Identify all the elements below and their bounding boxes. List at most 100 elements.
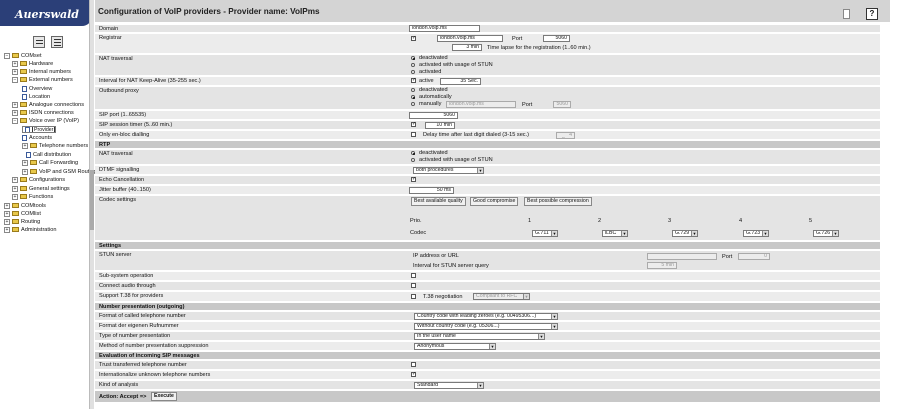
codec-select-4[interactable]: G.723 ▼ xyxy=(743,230,769,237)
tree-item-analogue-connections[interactable]: + Analogue connections xyxy=(12,101,84,109)
t38-checkbox[interactable] xyxy=(411,294,416,299)
row-sip-port: SIP port (1..65535) 5060 xyxy=(95,111,880,120)
scrollbar-thumb[interactable] xyxy=(90,170,94,230)
tree-item-external-numbers[interactable]: − External numbers xyxy=(12,76,73,84)
internationalize-checkbox[interactable]: ✓ xyxy=(411,372,416,377)
outbound-radio-deactivated[interactable] xyxy=(411,88,415,92)
good-compromise-button[interactable]: Good compromise xyxy=(470,197,519,206)
tree-item-location[interactable]: Location xyxy=(22,93,50,101)
nat-radio-stun[interactable] xyxy=(411,63,415,67)
tree-item-voice-over-ip-voip[interactable]: − Voice over IP (VoIP) xyxy=(12,117,79,125)
echo-checkbox[interactable]: ✓ xyxy=(411,177,416,182)
expand-icon[interactable]: + xyxy=(4,202,10,209)
expand-icon[interactable]: + xyxy=(12,109,18,116)
row-connect-audio: Connect audio through xyxy=(95,282,880,291)
expand-icon[interactable]: + xyxy=(22,159,28,166)
tree-item-comtools[interactable]: + COMtools xyxy=(4,202,46,210)
toolbar-grid-icon[interactable] xyxy=(33,36,45,48)
t38-select-value: Compliant to RFC xyxy=(476,293,518,299)
chevron-down-icon: ▼ xyxy=(832,231,838,236)
execute-button[interactable]: Execute xyxy=(151,392,177,401)
expand-icon[interactable]: + xyxy=(12,60,18,67)
toolbar-list-icon[interactable] xyxy=(51,36,63,48)
enbloc-checkbox[interactable] xyxy=(411,132,416,137)
outbound-port-input[interactable]: 5060 xyxy=(553,101,571,108)
row-suppression: Method of number presentation suppressio… xyxy=(95,342,880,351)
best-compression-button[interactable]: Best possible compression xyxy=(524,197,592,206)
sip-port-input[interactable]: 5060 xyxy=(409,112,458,119)
help-icon[interactable]: ? xyxy=(866,8,878,20)
expand-icon[interactable]: + xyxy=(22,142,28,149)
codec-select-1[interactable]: G.711 ▼ xyxy=(532,230,558,237)
tree-item-call-forwarding[interactable]: + Call Forwarding xyxy=(22,159,78,167)
dtmf-select[interactable]: both procedures ▼ xyxy=(413,167,484,174)
outbound-radio-manually[interactable] xyxy=(411,102,415,106)
expand-icon[interactable]: − xyxy=(4,52,10,59)
called-format-select[interactable]: Country code with leading zeroes (e.g. 0… xyxy=(414,313,558,320)
tree-item-isdn-connections[interactable]: + ISDN connections xyxy=(12,109,74,117)
expand-icon[interactable]: + xyxy=(12,193,18,200)
tree-item-routing[interactable]: + Routing xyxy=(4,218,40,226)
suppression-select[interactable]: Anonymous ▼ xyxy=(414,343,496,350)
tree-item-provider[interactable]: Provider xyxy=(22,126,57,133)
own-format-select[interactable]: Without country code (e.g. 05306...) ▼ xyxy=(414,323,558,330)
tree-item-comlist[interactable]: + COMlist xyxy=(4,210,41,218)
tree-item-comset[interactable]: − COMset xyxy=(4,52,42,60)
registrar-host-input[interactable]: london.voip.ms xyxy=(437,35,503,42)
rtp-nat-radio-deactivated[interactable] xyxy=(411,151,415,155)
tree-item-internal-numbers[interactable]: + Internal numbers xyxy=(12,68,71,76)
kind-analysis-select[interactable]: Standard ▼ xyxy=(414,382,484,389)
tree-item-configurations[interactable]: + Configurations xyxy=(12,176,65,184)
expand-icon[interactable]: + xyxy=(12,68,18,75)
expand-icon[interactable]: + xyxy=(22,168,28,175)
session-timer-checkbox[interactable]: ✓ xyxy=(411,122,416,127)
expand-icon[interactable]: + xyxy=(4,218,10,225)
expand-icon[interactable]: + xyxy=(12,176,18,183)
domain-input[interactable]: london.voip.ms xyxy=(409,25,480,32)
stun-interval-input[interactable]: 5 min xyxy=(647,262,677,269)
expand-icon[interactable]: + xyxy=(12,101,18,108)
stun-addr-input[interactable] xyxy=(647,253,717,260)
tree-item-hardware[interactable]: + Hardware xyxy=(12,60,53,68)
nat-radio-activated[interactable] xyxy=(411,70,415,74)
jitter-input[interactable]: 50 ms xyxy=(409,187,454,194)
expand-icon[interactable]: + xyxy=(12,185,18,192)
tree-item-voip-and-gsm-routing[interactable]: + VoIP and GSM Routing xyxy=(22,168,97,176)
tree-item-overview[interactable]: Overview xyxy=(22,85,52,93)
tree-item-accounts[interactable]: Accounts xyxy=(22,134,52,142)
registrar-time-input[interactable]: 3 min xyxy=(452,44,482,51)
trust-checkbox[interactable] xyxy=(411,362,416,367)
nat-radio-deactivated[interactable] xyxy=(411,56,415,60)
tree-scrollbar[interactable] xyxy=(89,0,94,409)
outbound-host-input[interactable]: london.voip.ms xyxy=(446,101,516,108)
print-icon[interactable] xyxy=(843,9,850,19)
codec-select-3[interactable]: G.729 ▼ xyxy=(672,230,698,237)
stun-port-input[interactable]: 0 xyxy=(738,253,770,260)
rtp-nat-radio-stun[interactable] xyxy=(411,158,415,162)
tree-item-functions[interactable]: + Functions xyxy=(12,193,53,201)
called-format-value: Country code with leading zeroes (e.g. 0… xyxy=(417,313,537,319)
expand-icon[interactable]: + xyxy=(4,210,10,217)
t38-select[interactable]: Compliant to RFC ▼ xyxy=(473,293,530,300)
keepalive-input[interactable]: 35 Sec. xyxy=(440,78,481,85)
expand-icon[interactable]: − xyxy=(12,76,18,83)
registrar-port-input[interactable]: 5060 xyxy=(543,35,570,42)
outbound-label: Outbound proxy xyxy=(99,88,139,94)
tree-item-general-settings[interactable]: + General settings xyxy=(12,185,70,193)
codec-select-5[interactable]: G.726 ▼ xyxy=(813,230,839,237)
codec-select-2[interactable]: iLBC ▼ xyxy=(602,230,628,237)
session-timer-input[interactable]: 10 min xyxy=(425,122,455,129)
expand-icon[interactable]: + xyxy=(4,226,10,233)
tree-item-telephone-numbers[interactable]: + Telephone numbers xyxy=(22,142,88,150)
subsystem-checkbox[interactable] xyxy=(411,273,416,278)
presentation-type-select[interactable]: In the user name ▼ xyxy=(414,333,545,340)
connect-audio-checkbox[interactable] xyxy=(411,283,416,288)
tree-item-administration[interactable]: + Administration xyxy=(4,226,56,234)
registrar-checkbox[interactable]: ✓ xyxy=(411,36,416,41)
tree-item-call-distribution[interactable]: Call distribution xyxy=(26,151,71,159)
keepalive-checkbox[interactable]: ✓ xyxy=(411,78,416,83)
expand-icon[interactable]: − xyxy=(12,117,18,124)
best-quality-button[interactable]: Best available quality xyxy=(411,197,466,206)
enbloc-delay-input[interactable]: 4 Sec. xyxy=(556,132,575,139)
outbound-radio-automatically[interactable] xyxy=(411,95,415,99)
